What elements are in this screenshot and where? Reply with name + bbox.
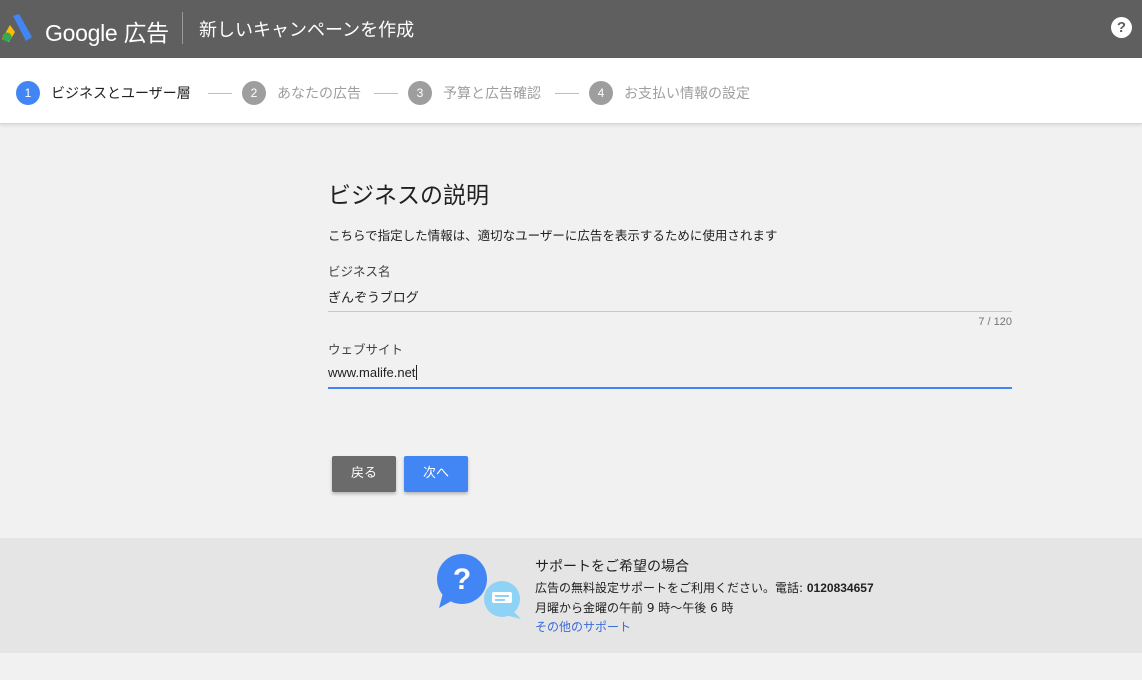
step-connector (374, 93, 398, 94)
step-label: あなたの広告 (277, 86, 361, 102)
step-number: 3 (408, 81, 432, 105)
step-number: 4 (589, 81, 613, 105)
help-icon[interactable]: ? (1111, 17, 1132, 38)
step-number: 1 (16, 81, 40, 105)
progress-stepper: 1 ビジネスとユーザー層 2 あなたの広告 3 予算と広告確認 4 お支払い情報… (0, 58, 1142, 124)
step-1[interactable]: 1 ビジネスとユーザー層 (16, 81, 191, 105)
business-name-input[interactable]: ぎんぞうブログ (328, 287, 419, 306)
step-3[interactable]: 3 予算と広告確認 (408, 81, 541, 105)
step-number: 2 (242, 81, 266, 105)
support-phone-number: 0120834657 (806, 581, 874, 595)
step-label: 予算と広告確認 (443, 86, 541, 102)
section-title: ビジネスの説明 (328, 183, 489, 209)
support-hours: 月曜から金曜の午前 9 時〜午後 6 時 (535, 601, 734, 615)
svg-text:?: ? (453, 563, 471, 596)
website-input[interactable]: www.malife.net (328, 365, 418, 380)
support-phone-text: 広告の無料設定サポートをご利用ください。電話: (535, 581, 807, 595)
other-support-link[interactable]: その他のサポート (535, 618, 631, 635)
character-counter: 7 / 120 (978, 316, 1012, 328)
support-panel: ? サポートをご希望の場合 広告の無料設定サポートをご利用ください。電話: 01… (0, 538, 1142, 653)
website-underline (328, 387, 1012, 389)
step-connector (208, 93, 232, 94)
support-phone-line: 広告の無料設定サポートをご利用ください。電話: 0120834657 (535, 579, 874, 596)
page-title: 新しいキャンペーンを作成 (199, 20, 415, 41)
section-description: こちらで指定した情報は、適切なユーザーに広告を表示するために使用されます (328, 228, 778, 243)
website-input-value: www.malife.net (328, 365, 416, 380)
text-cursor (416, 365, 418, 380)
step-2[interactable]: 2 あなたの広告 (242, 81, 361, 105)
header-divider (182, 12, 183, 44)
google-ads-logo-icon (2, 14, 32, 42)
next-button[interactable]: 次へ (404, 456, 468, 492)
brand-name[interactable]: Google 広告 (45, 14, 169, 48)
step-4[interactable]: 4 お支払い情報の設定 (589, 81, 750, 105)
website-label: ウェブサイト (328, 342, 404, 357)
top-app-bar: Google 広告 新しいキャンペーンを作成 ? (0, 0, 1142, 58)
support-chat-icon: ? (437, 554, 521, 619)
business-name-underline (328, 311, 1012, 312)
business-name-label: ビジネス名 (328, 264, 391, 279)
step-label: お支払い情報の設定 (624, 86, 750, 102)
back-button[interactable]: 戻る (332, 456, 396, 492)
support-title: サポートをご希望の場合 (535, 559, 689, 575)
step-label: ビジネスとユーザー層 (51, 86, 191, 102)
step-connector (555, 93, 579, 94)
